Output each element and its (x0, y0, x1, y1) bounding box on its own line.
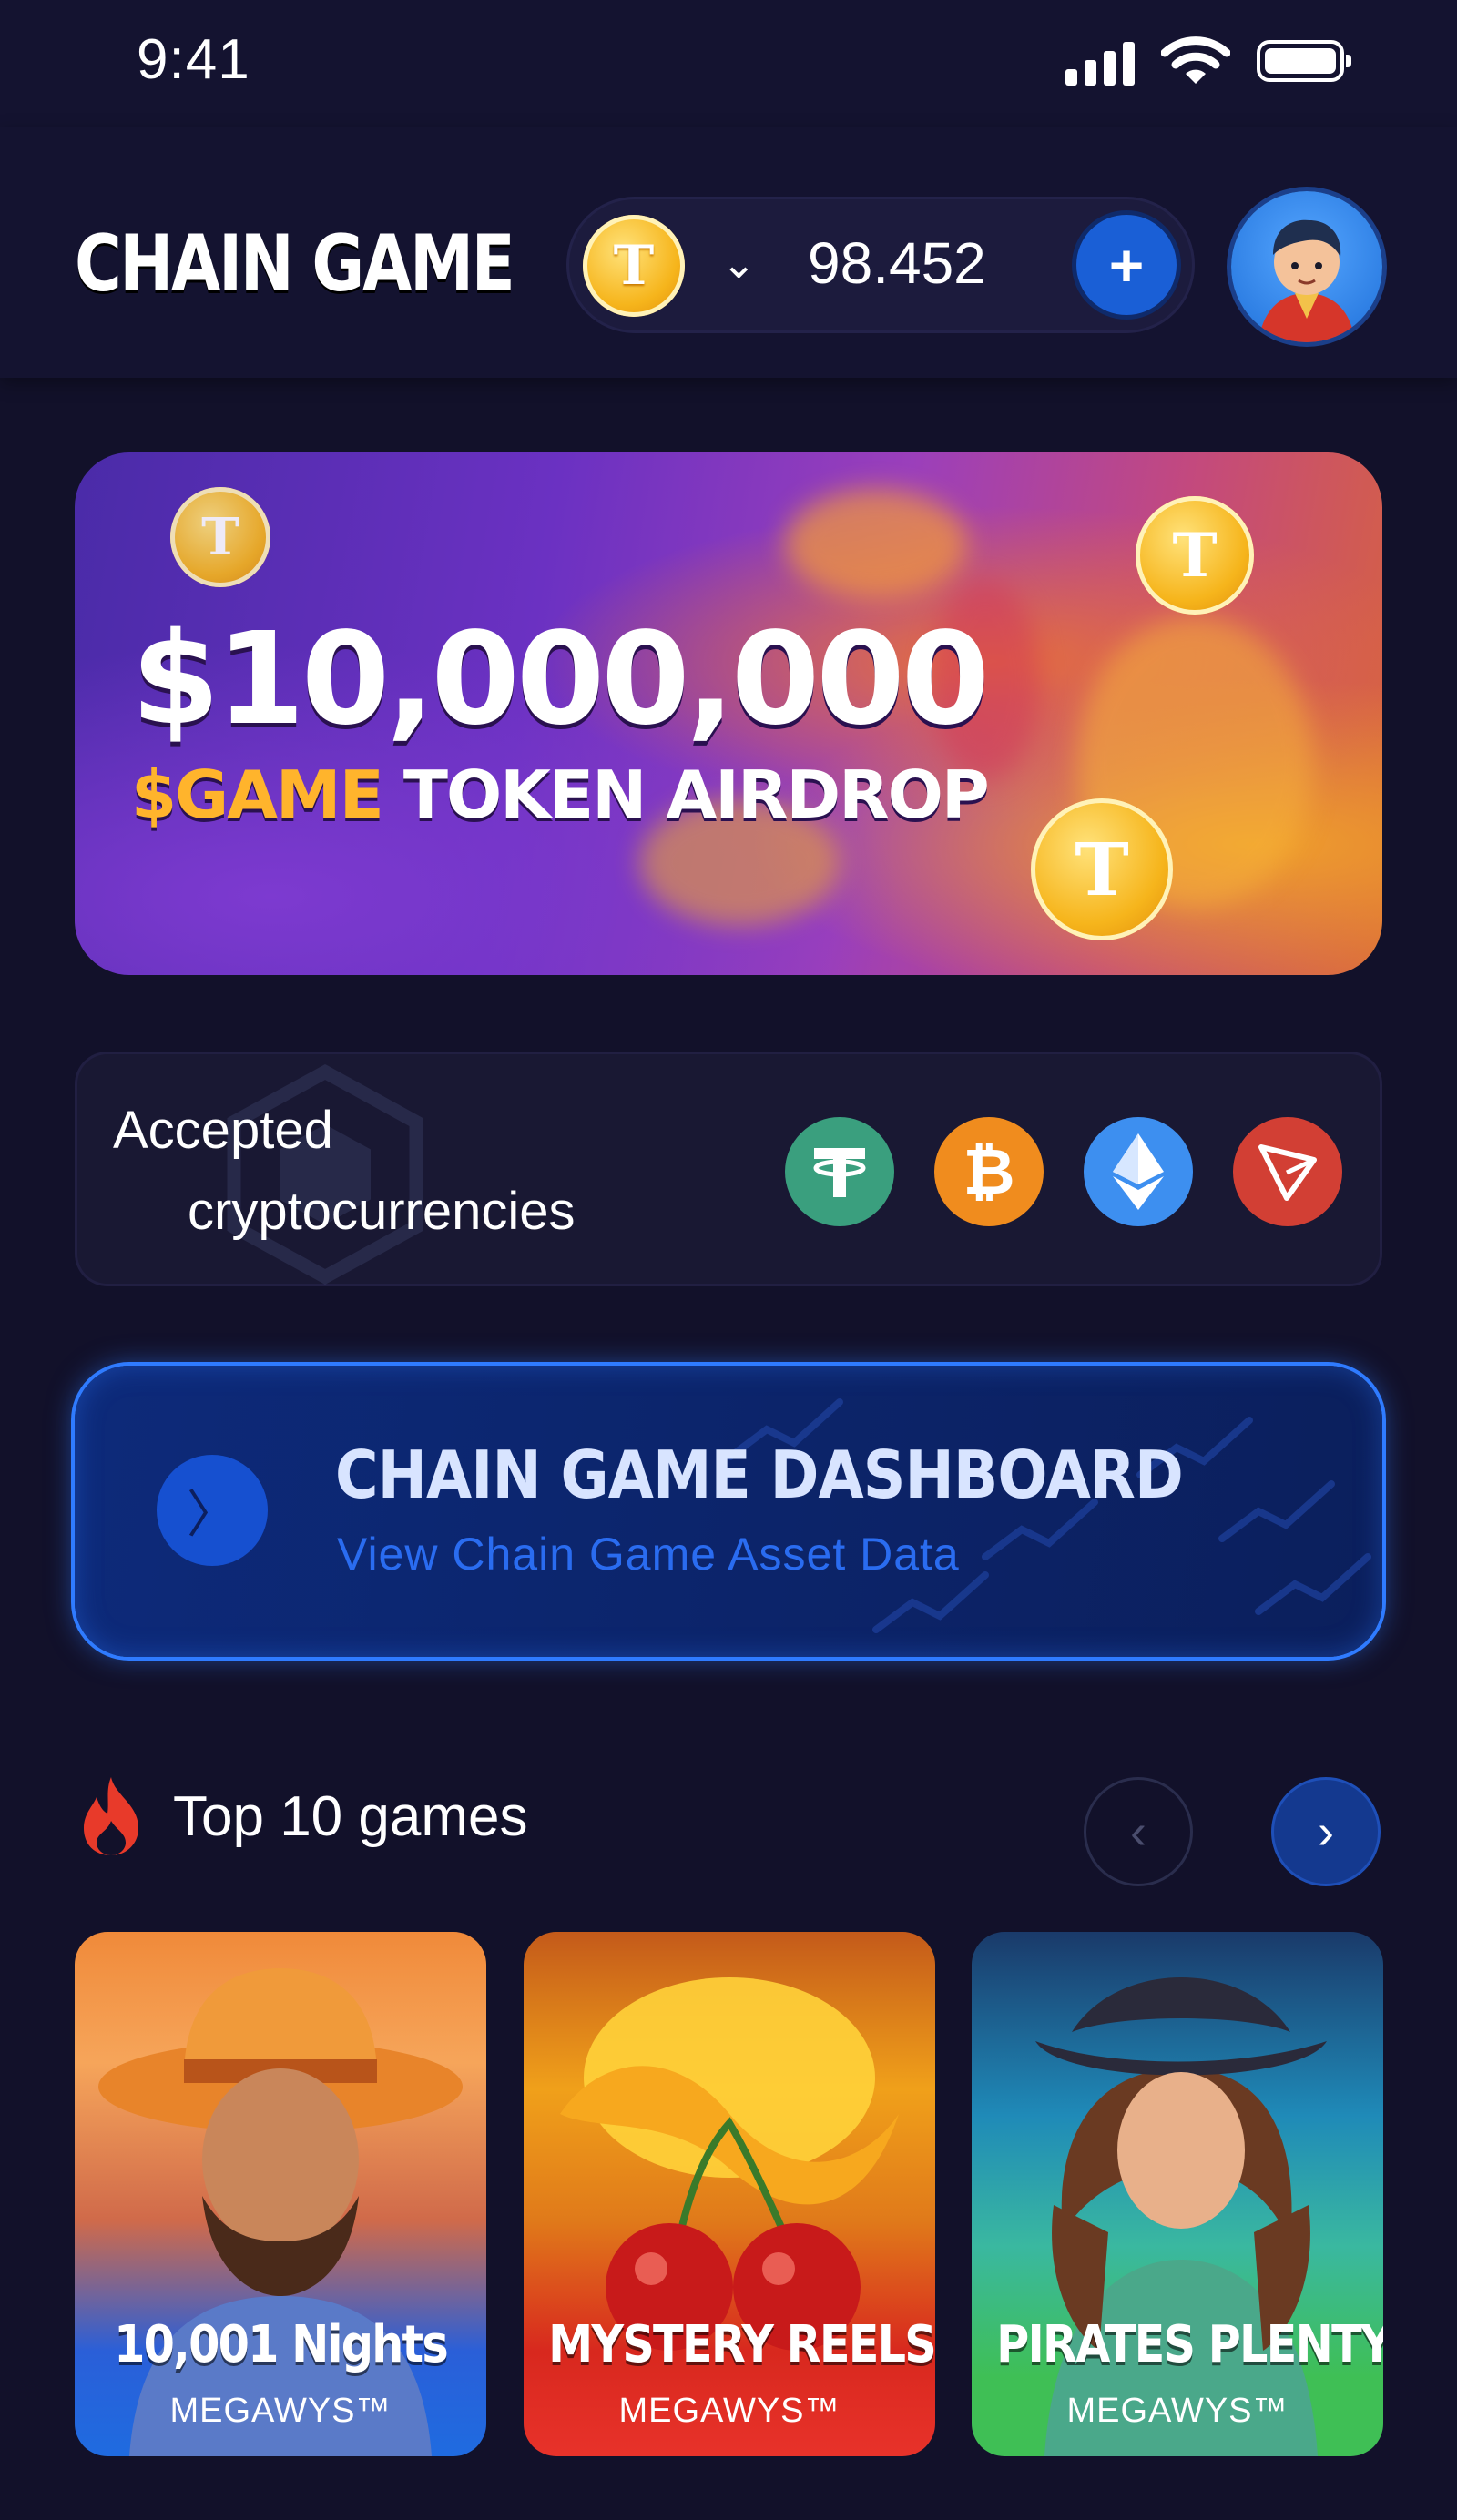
battery-icon (1257, 40, 1351, 82)
game-token-icon: T (583, 215, 685, 317)
avatar-illustration (1258, 219, 1355, 342)
crypto-label-line2: cryptocurrencies (188, 1182, 576, 1241)
game-title: PIRATES PLENTY (996, 2315, 1383, 2374)
dashboard-card[interactable]: 〉 CHAIN GAME DASHBOARD View Chain Game A… (75, 1366, 1382, 1657)
game-card-10001-nights[interactable]: 10,001 Nights MEGAWYS™ (75, 1932, 486, 2456)
wallet-balance: 98.452 (808, 230, 986, 296)
game-card-mystery-reels[interactable]: MYSTERY REELS MEGAWYS™ (524, 1932, 935, 2456)
carousel-prev-button[interactable]: ‹ (1084, 1777, 1193, 1886)
add-funds-button[interactable]: + (1076, 215, 1177, 315)
tether-icon (785, 1117, 894, 1226)
game-title: 10,001 Nights (114, 2315, 449, 2374)
banner-blur-shape (785, 489, 967, 598)
token-name: $GAME (131, 757, 384, 833)
pirate-illustration (1035, 1977, 1327, 2456)
game-token-icon: T (170, 487, 270, 587)
app-header: CHAIN GAME T ⌄ 98.452 + (0, 127, 1457, 378)
section-title: Top 10 games (173, 1785, 528, 1848)
chevron-right-icon[interactable]: 〉 (157, 1455, 268, 1566)
cowboy-illustration (98, 1968, 463, 2456)
cellular-signal-icon (1065, 42, 1138, 86)
game-provider: MEGAWYS™ (169, 2392, 392, 2430)
accepted-crypto-panel: Accepted cryptocurrencies ₿ (75, 1052, 1382, 1286)
ethereum-icon (1084, 1117, 1193, 1226)
crypto-label-line1: Accepted (113, 1101, 333, 1160)
dashboard-subtitle: View Chain Game Asset Data (337, 1529, 960, 1580)
game-provider: MEGAWYS™ (618, 2392, 841, 2430)
app-logo: CHAIN GAME (75, 218, 515, 310)
airdrop-amount: $10,000,000 (131, 605, 990, 754)
wallet-balance-pill[interactable]: T ⌄ 98.452 + (566, 197, 1195, 333)
game-provider: MEGAWYS™ (1066, 2392, 1289, 2430)
airdrop-banner[interactable]: T T T $10,000,000 $GAME TOKEN AIRDROP (75, 452, 1382, 975)
chevron-down-icon[interactable]: ⌄ (721, 239, 757, 288)
carousel-next-button[interactable]: › (1271, 1777, 1381, 1886)
game-title: MYSTERY REELS (548, 2315, 935, 2374)
dashboard-title: CHAIN GAME DASHBOARD (335, 1437, 1184, 1513)
airdrop-label: TOKEN AIRDROP (402, 757, 990, 833)
game-token-icon: T (1031, 798, 1173, 940)
wifi-icon (1161, 36, 1230, 84)
tron-icon (1233, 1117, 1342, 1226)
bitcoin-symbol: ₿ (963, 1136, 1015, 1207)
hexagon-watermark-icon (227, 1063, 423, 1285)
game-card-pirates-plenty[interactable]: PIRATES PLENTY MEGAWYS™ (972, 1932, 1383, 2456)
cherries-illustration (560, 1977, 899, 2351)
bitcoin-icon: ₿ (934, 1117, 1044, 1226)
status-time: 9:41 (137, 28, 250, 91)
fire-icon (84, 1777, 138, 1855)
status-bar: 9:41 (0, 0, 1457, 127)
airdrop-subtitle: $GAME TOKEN AIRDROP (131, 757, 990, 833)
game-token-icon: T (1136, 496, 1254, 615)
avatar[interactable] (1231, 191, 1382, 342)
